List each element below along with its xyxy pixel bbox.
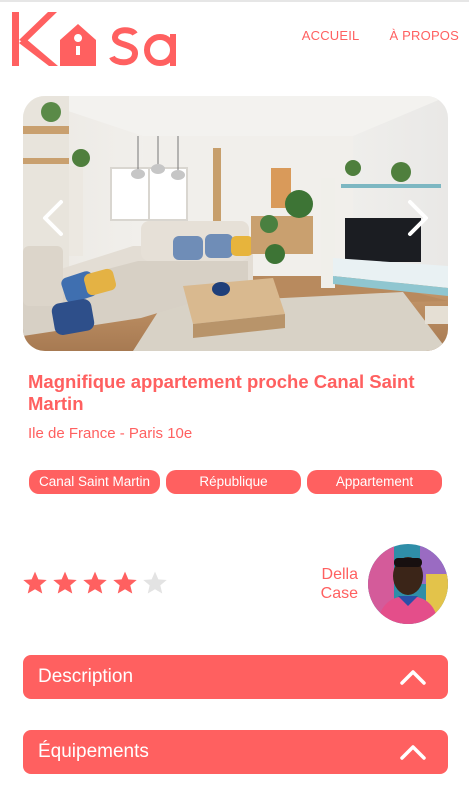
tag: Canal Saint Martin	[28, 470, 161, 494]
tag-list: Canal Saint Martin République Appartemen…	[23, 470, 448, 494]
nav-link-about[interactable]: À PROPOS	[389, 28, 459, 43]
chevron-up-icon[interactable]	[400, 669, 426, 685]
collapse-equipments[interactable]: Équipements	[23, 730, 448, 774]
chevron-up-icon[interactable]	[400, 744, 426, 760]
collapse-label: Équipements	[38, 741, 149, 762]
main-nav: ACCUEIL À PROPOS	[302, 28, 459, 43]
star-icon	[113, 571, 137, 594]
host-avatar	[368, 544, 448, 624]
listing-location: Ile de France - Paris 10e	[28, 425, 193, 442]
collapse-description[interactable]: Description	[23, 655, 448, 699]
carousel-next-arrow[interactable]	[404, 198, 434, 238]
star-icon	[53, 571, 77, 594]
star-icon	[143, 571, 167, 594]
carousel-prev-arrow[interactable]	[37, 198, 67, 238]
photo-carousel	[23, 96, 448, 351]
tag: Appartement	[307, 470, 443, 494]
apartment-photo	[23, 96, 448, 351]
host-info: Della Case	[321, 544, 448, 624]
nav-link-home[interactable]: ACCUEIL	[302, 28, 360, 43]
header-divider	[0, 0, 469, 2]
host-name: Della Case	[321, 565, 358, 603]
star-icon	[83, 571, 107, 594]
star-icon	[23, 571, 47, 594]
host-first-name: Della	[321, 566, 358, 583]
collapse-label: Description	[38, 666, 134, 687]
rating-stars	[22, 570, 168, 596]
host-last-name: Case	[320, 585, 358, 602]
tag: République	[166, 470, 302, 494]
kasa-logo[interactable]	[12, 10, 192, 68]
listing-title: Magnifique appartement proche Canal Sain…	[28, 371, 415, 414]
